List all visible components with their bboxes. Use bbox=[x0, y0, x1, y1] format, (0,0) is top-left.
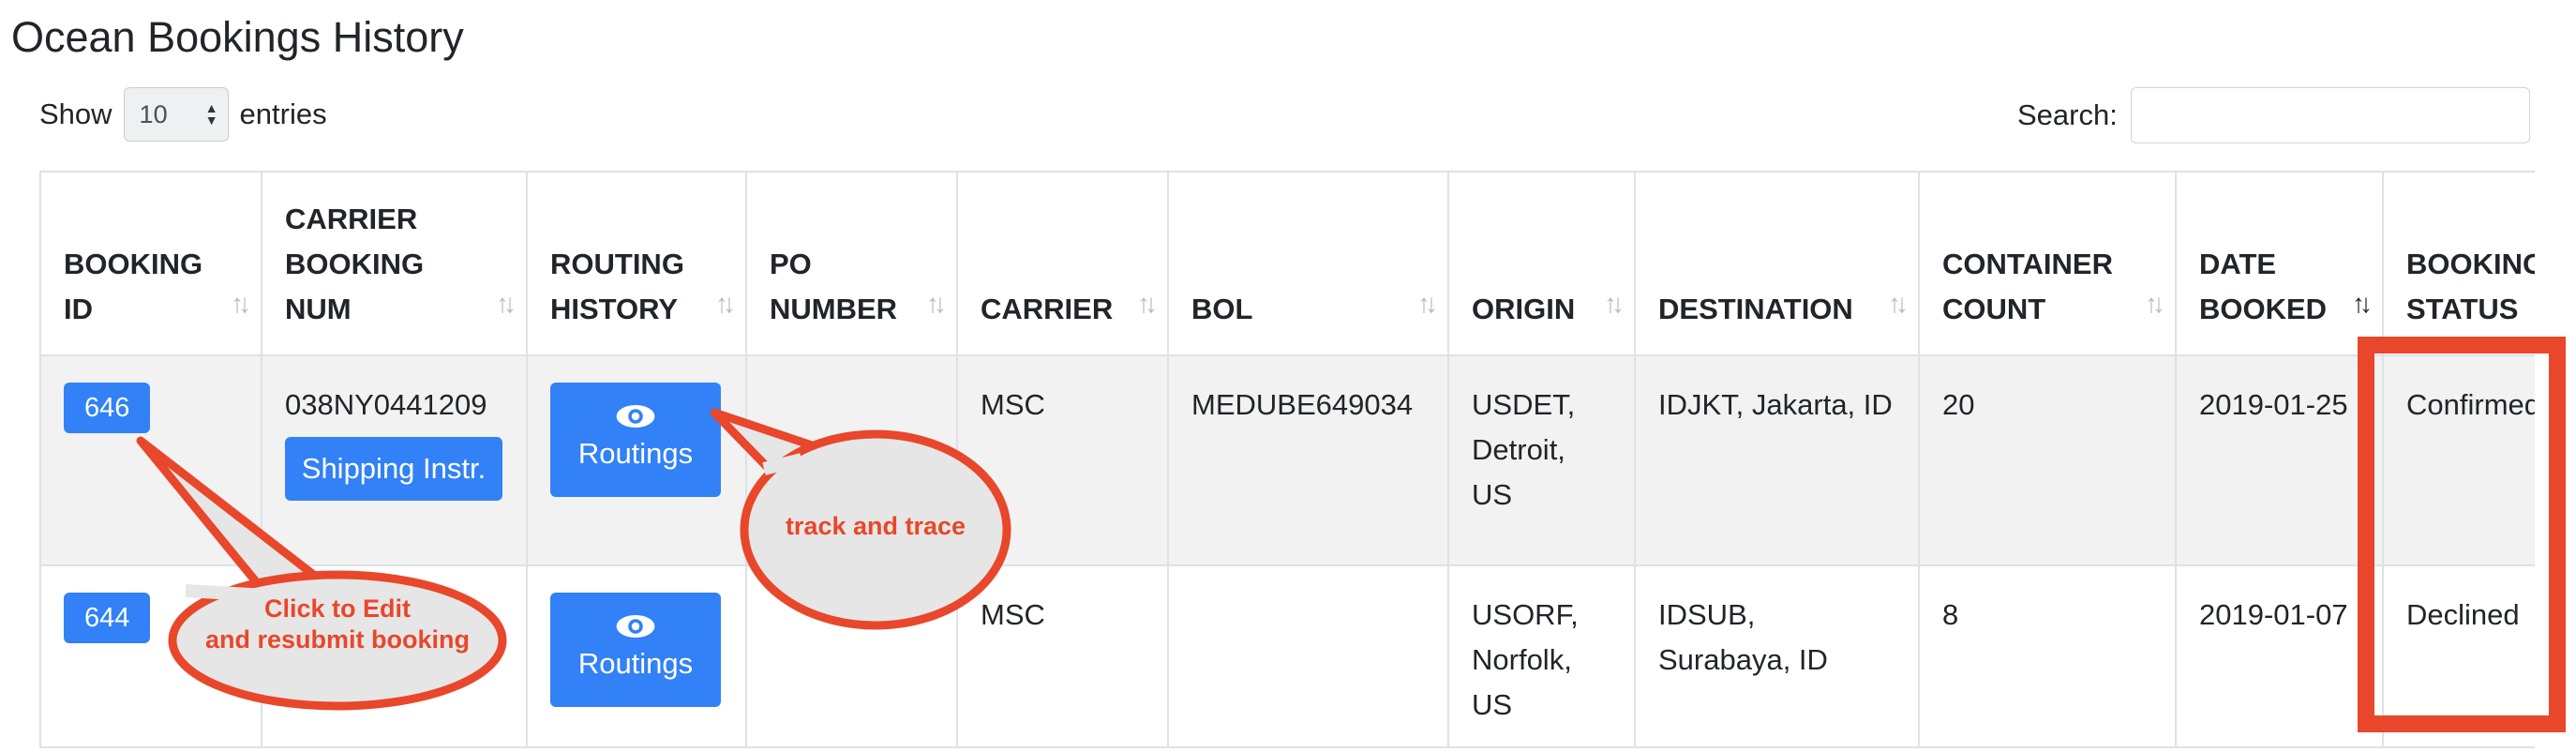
col-header-po-number[interactable]: PO NUMBER ↑↓ bbox=[745, 171, 958, 356]
cell-bol bbox=[1167, 564, 1449, 748]
cell-destination: IDJKT, Jakarta, ID bbox=[1634, 354, 1920, 566]
cell-carrier: MSC bbox=[956, 564, 1169, 748]
routings-button[interactable]: Routings bbox=[550, 593, 721, 707]
col-header-container-count[interactable]: CONTAINER COUNT ↑↓ bbox=[1918, 171, 2177, 356]
col-header-carrier[interactable]: CARRIER ↑↓ bbox=[956, 171, 1169, 356]
sort-icon: ↑↓ bbox=[715, 289, 736, 318]
entries-select-value: 10 bbox=[139, 99, 168, 128]
sort-icon: ↑↓ bbox=[496, 289, 517, 318]
sort-icon: ↑↓ bbox=[2145, 289, 2165, 318]
entries-select[interactable]: 10 ▲ ▼ bbox=[123, 87, 229, 142]
show-label: Show bbox=[39, 98, 112, 130]
col-header-booking-id[interactable]: BOOKING ID ↑↓ bbox=[39, 171, 262, 356]
cell-origin: USORF, Norfolk, US bbox=[1447, 564, 1636, 748]
carrier-booking-num: 038NY0441209 bbox=[285, 388, 487, 421]
col-header-destination[interactable]: DESTINATION ↑↓ bbox=[1634, 171, 1920, 356]
search-control: Search: bbox=[2017, 86, 2530, 144]
cell-routing-history: Routings bbox=[526, 354, 747, 566]
col-header-booking-status[interactable]: BOOKING STATUS bbox=[2382, 171, 2535, 356]
col-header-carrier-booking-num[interactable]: CARRIER BOOKING NUM ↑↓ bbox=[261, 171, 528, 356]
search-input[interactable] bbox=[2130, 87, 2530, 143]
cell-booking-status: Confirmed bbox=[2382, 354, 2535, 566]
col-header-routing-history[interactable]: ROUTING HISTORY ↑↓ bbox=[526, 171, 747, 356]
cell-bol: MEDUBE649034 bbox=[1167, 354, 1449, 566]
cell-routing-history: Routings bbox=[526, 564, 747, 748]
routings-label: Routings bbox=[577, 437, 694, 470]
sort-desc-icon: ↑↓ bbox=[2352, 289, 2373, 318]
bookings-table-container: BOOKING ID ↑↓ CARRIER BOOKING NUM ↑↓ ROUTI… bbox=[39, 171, 2535, 752]
sort-icon: ↑↓ bbox=[1888, 289, 1909, 318]
eye-icon bbox=[616, 615, 655, 638]
col-header-bol[interactable]: BOL ↑↓ bbox=[1167, 171, 1449, 356]
col-header-origin[interactable]: ORIGIN ↑↓ bbox=[1447, 171, 1636, 356]
cell-po-number bbox=[745, 564, 958, 748]
track-callout-text: track and trace bbox=[785, 512, 966, 540]
edit-callout-text: Click to Edit and resubmit booking bbox=[204, 594, 470, 654]
select-arrows-icon: ▲ ▼ bbox=[204, 100, 218, 128]
cell-booking-status: Declined bbox=[2382, 564, 2535, 748]
sort-icon: ↑↓ bbox=[231, 289, 251, 318]
routings-button[interactable]: Routings bbox=[550, 383, 721, 497]
sort-icon: ↑↓ bbox=[926, 289, 947, 318]
search-label: Search: bbox=[2017, 98, 2118, 131]
shipping-instr-button[interactable]: Shipping Instr. bbox=[285, 437, 502, 501]
cell-origin: USDET, Detroit, US bbox=[1447, 354, 1636, 566]
sort-icon: ↑↓ bbox=[1137, 289, 1158, 318]
cell-container-count: 20 bbox=[1918, 354, 2177, 566]
cell-date-booked: 2019-01-07 bbox=[2175, 564, 2384, 748]
table-row: 646 038NY0441209 Shipping Instr. Routing… bbox=[39, 354, 2535, 566]
cell-carrier-booking-num: 038NY0441209 Shipping Instr. bbox=[261, 354, 528, 566]
routings-label: Routings bbox=[577, 647, 694, 680]
cell-container-count: 8 bbox=[1918, 564, 2177, 748]
booking-id-button[interactable]: 644 bbox=[64, 593, 151, 643]
entries-label: entries bbox=[239, 98, 327, 130]
bookings-table: BOOKING ID ↑↓ CARRIER BOOKING NUM ↑↓ ROUTI… bbox=[39, 171, 2535, 748]
entries-length-control: Show 10 ▲ ▼ entries bbox=[39, 86, 327, 143]
cell-destination: IDSUB, Surabaya, ID bbox=[1634, 564, 1920, 748]
table-header-row: BOOKING ID ↑↓ CARRIER BOOKING NUM ↑↓ ROUTI… bbox=[39, 171, 2535, 356]
cell-booking-id: 646 bbox=[39, 354, 262, 566]
cell-date-booked: 2019-01-25 bbox=[2175, 354, 2384, 566]
page-title: Ocean Bookings History bbox=[11, 13, 464, 61]
sort-icon: ↑↓ bbox=[1604, 289, 1625, 318]
sort-icon: ↑↓ bbox=[1417, 289, 1438, 318]
eye-icon bbox=[616, 405, 655, 428]
col-header-date-booked[interactable]: DATE BOOKED ↑↓ bbox=[2175, 171, 2384, 356]
booking-id-button[interactable]: 646 bbox=[64, 383, 151, 433]
